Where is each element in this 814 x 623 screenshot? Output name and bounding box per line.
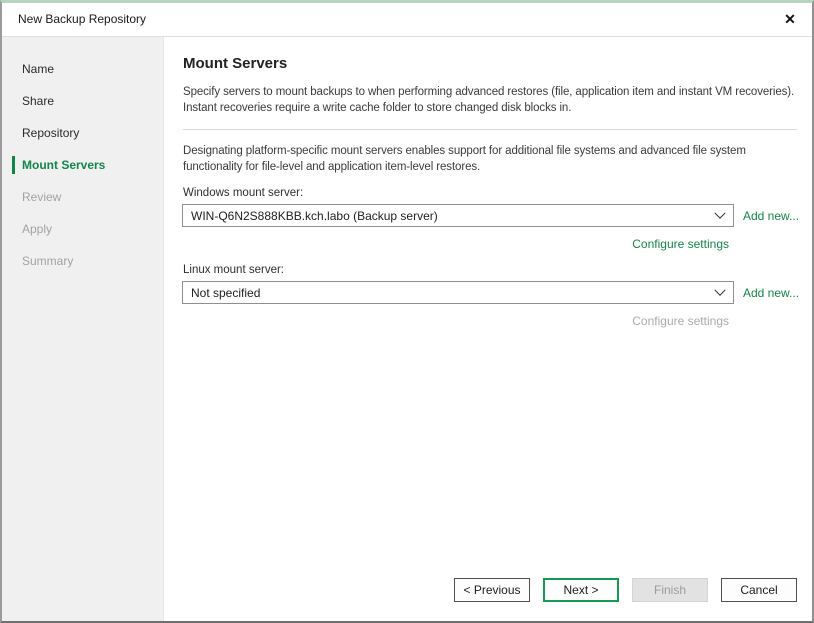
sidebar-item-label: Share <box>22 94 55 108</box>
sidebar-item-name[interactable]: Name <box>2 53 163 85</box>
chevron-down-icon <box>714 284 726 296</box>
sidebar-item-label: Name <box>22 62 55 76</box>
window-title: New Backup Repository <box>18 12 147 26</box>
sidebar-item-label: Apply <box>22 222 53 236</box>
linux-mount-server-label: Linux mount server: <box>183 264 284 276</box>
wizard-footer-buttons: < Previous Next > Finish Cancel <box>454 578 797 602</box>
linux-mount-server-select[interactable]: Not specified <box>182 281 734 304</box>
sidebar-item-summary: Summary <box>2 245 163 277</box>
wizard-steps-sidebar: Name Share Repository Mount Servers Revi… <box>2 37 164 621</box>
next-button[interactable]: Next > <box>543 578 619 602</box>
close-icon[interactable]: ✕ <box>780 9 800 29</box>
linux-configure-settings-link: Configure settings <box>632 314 729 328</box>
active-step-indicator <box>12 156 15 174</box>
sidebar-item-label: Review <box>22 190 62 204</box>
page-title: Mount Servers <box>183 55 288 72</box>
sidebar-item-label: Summary <box>22 254 74 268</box>
linux-add-new-link[interactable]: Add new... <box>743 286 799 300</box>
sidebar-item-label: Repository <box>22 126 80 140</box>
sidebar-item-label: Mount Servers <box>22 158 106 172</box>
cancel-button[interactable]: Cancel <box>721 578 797 602</box>
title-bar: New Backup Repository ✕ <box>2 3 812 37</box>
chevron-down-icon <box>714 207 726 219</box>
sidebar-item-repository[interactable]: Repository <box>2 117 163 149</box>
sidebar-item-apply: Apply <box>2 213 163 245</box>
windows-configure-settings-link[interactable]: Configure settings <box>632 237 729 251</box>
new-backup-repository-dialog: New Backup Repository ✕ Name Share Repos… <box>0 0 814 623</box>
windows-mount-server-select[interactable]: WIN-Q6N2S888KBB.kch.labo (Backup server) <box>182 204 734 227</box>
previous-button[interactable]: < Previous <box>454 578 530 602</box>
page-description: Specify servers to mount backups to when… <box>183 86 795 114</box>
windows-mount-server-label: Windows mount server: <box>183 187 304 199</box>
mount-servers-note: Designating platform-specific mount serv… <box>183 145 746 173</box>
sidebar-item-review: Review <box>2 181 163 213</box>
windows-add-new-link[interactable]: Add new... <box>743 209 799 223</box>
linux-mount-server-value: Not specified <box>191 285 261 300</box>
sidebar-item-mount-servers[interactable]: Mount Servers <box>2 149 163 181</box>
finish-button: Finish <box>632 578 708 602</box>
section-divider <box>183 129 797 130</box>
sidebar-item-share[interactable]: Share <box>2 85 163 117</box>
windows-mount-server-value: WIN-Q6N2S888KBB.kch.labo (Backup server) <box>191 208 438 223</box>
